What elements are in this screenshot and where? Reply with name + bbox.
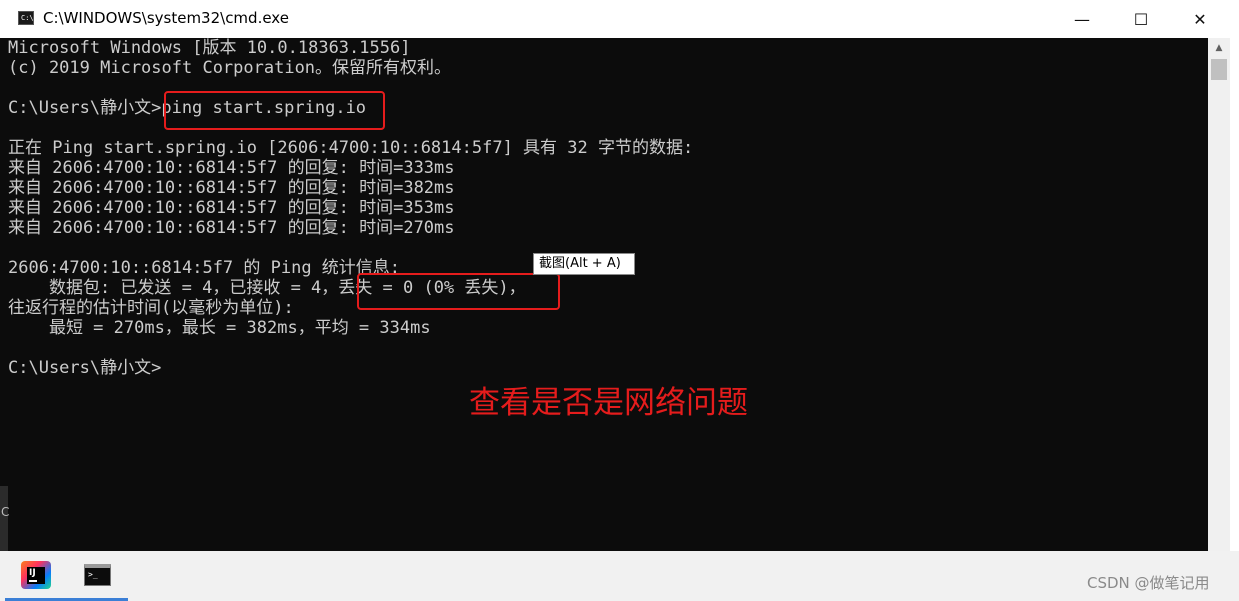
scroll-up-arrow-icon[interactable]: ▲ — [1208, 38, 1230, 58]
console-line: Microsoft Windows [版本 10.0.18363.1556] — [8, 38, 411, 58]
intellij-idea-icon: IJ — [21, 561, 51, 589]
taskbar: IJ >_ — [0, 551, 1239, 601]
maximize-button[interactable]: ☐ — [1112, 0, 1170, 38]
csdn-watermark: CSDN @做笔记用 — [1087, 574, 1210, 592]
console-line: (c) 2019 Microsoft Corporation。保留所有权利。 — [8, 58, 452, 78]
close-button[interactable]: ✕ — [1171, 0, 1229, 38]
console-line: 来自 2606:4700:10::6814:5f7 的回复: 时间=270ms — [8, 218, 455, 238]
packet-loss-highlight-box — [357, 273, 560, 310]
vertical-scrollbar[interactable]: ▲ — [1208, 38, 1230, 551]
console-line: 正在 Ping start.spring.io [2606:4700:10::6… — [8, 138, 694, 158]
console-line: 2606:4700:10::6814:5f7 的 Ping 统计信息: — [8, 258, 401, 278]
cmd-icon: >_ — [84, 564, 111, 586]
console-line: 最短 = 270ms，最长 = 382ms，平均 = 334ms — [8, 318, 431, 338]
console-line: C:\Users\静小文> — [8, 358, 162, 378]
console-line: 来自 2606:4700:10::6814:5f7 的回复: 时间=353ms — [8, 198, 455, 218]
background-window-letter: C — [1, 505, 10, 519]
command-highlight-box — [164, 91, 385, 130]
taskbar-app-intellij-idea[interactable]: IJ — [5, 551, 67, 601]
console-line: 来自 2606:4700:10::6814:5f7 的回复: 时间=382ms — [8, 178, 455, 198]
console-line: 往返行程的估计时间(以毫秒为单位): — [8, 298, 294, 318]
screenshot-tooltip: 截图(Alt + A) — [533, 253, 635, 275]
window-title: C:\WINDOWS\system32\cmd.exe — [43, 9, 289, 27]
taskbar-app-cmd[interactable]: >_ — [66, 551, 128, 601]
title-bar[interactable]: C:\ C:\WINDOWS\system32\cmd.exe — ☐ ✕ — [0, 0, 1239, 38]
background-desktop-strip — [1230, 38, 1239, 551]
annotation-text: 查看是否是网络问题 — [469, 385, 748, 421]
console-line: 来自 2606:4700:10::6814:5f7 的回复: 时间=333ms — [8, 158, 455, 178]
cmd-icon: C:\ — [18, 11, 34, 25]
background-window-strip: C — [0, 486, 10, 551]
scroll-thumb[interactable] — [1211, 59, 1227, 80]
minimize-button[interactable]: — — [1053, 0, 1111, 38]
